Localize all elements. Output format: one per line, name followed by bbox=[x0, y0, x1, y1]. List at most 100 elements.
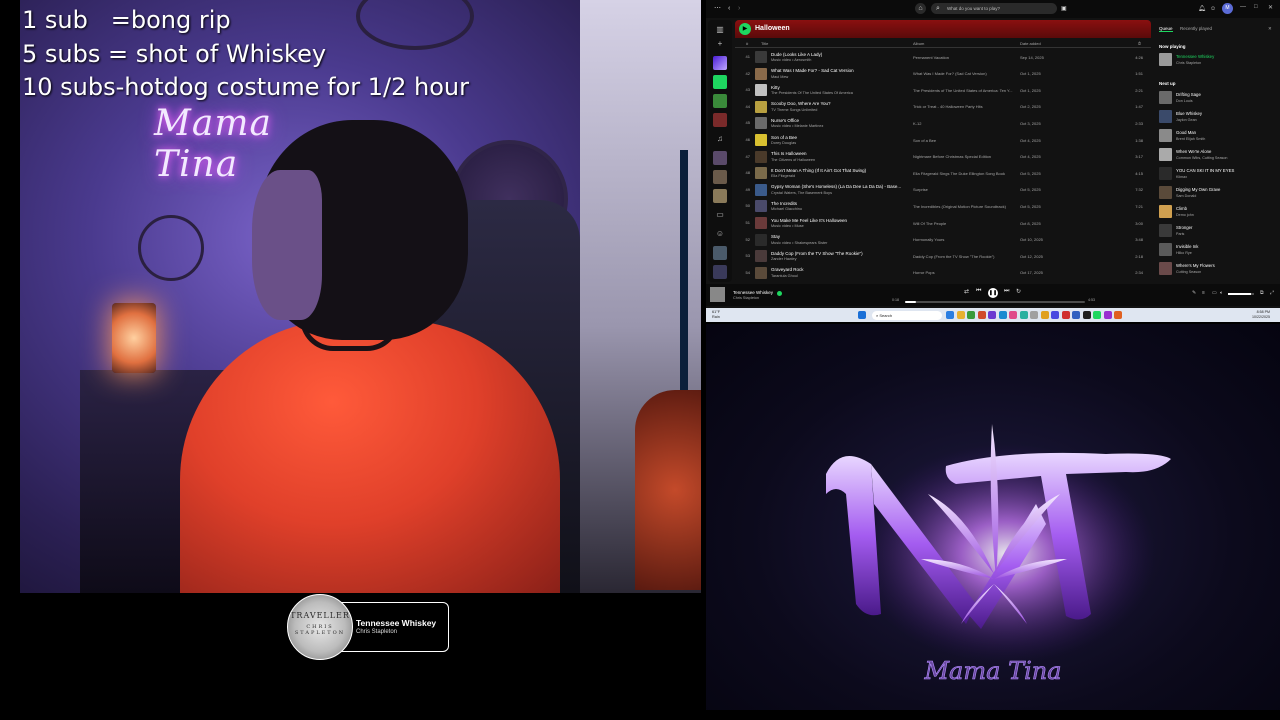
track-row[interactable]: 47 This Is Halloween The Citizens of Hallo… bbox=[735, 149, 1151, 166]
player-title[interactable]: Tennessee Whiskey bbox=[733, 290, 773, 295]
miniplayer-icon[interactable]: ⧉ bbox=[1260, 290, 1264, 296]
repeat-icon[interactable]: ↻ bbox=[1016, 288, 1021, 295]
track-row[interactable]: 45 Nurse's Office Music video • Melanie Ma… bbox=[735, 115, 1151, 132]
playlist-item[interactable] bbox=[713, 75, 727, 89]
playlist-item[interactable] bbox=[713, 113, 727, 127]
playlist-item[interactable] bbox=[713, 151, 727, 165]
progress-bar[interactable] bbox=[905, 300, 1085, 303]
col-num[interactable]: # bbox=[746, 41, 748, 46]
queue-item[interactable]: Climb Demo john bbox=[1159, 203, 1274, 221]
track-row[interactable]: 53 Daddy Cop (From the TV Show "The Rooki… bbox=[735, 248, 1151, 265]
device-icon[interactable]: ▭ bbox=[1212, 290, 1217, 296]
taskbar-app-icon[interactable] bbox=[1093, 311, 1101, 319]
track-duration: 1:47 bbox=[1135, 104, 1143, 110]
start-icon[interactable] bbox=[858, 311, 866, 319]
queue-icon[interactable]: ≡ bbox=[1202, 290, 1205, 296]
track-row[interactable]: 46 Son of a Bee Dorey Douglas Son of a Bee O… bbox=[735, 132, 1151, 149]
taskbar-app-icon[interactable] bbox=[956, 311, 965, 319]
close-queue-icon[interactable]: ✕ bbox=[1268, 26, 1272, 32]
taskbar-app-icon[interactable] bbox=[1040, 311, 1049, 319]
taskbar-app-icon[interactable] bbox=[1082, 311, 1091, 319]
col-album[interactable]: Album bbox=[913, 41, 924, 46]
home-button[interactable]: ⌂ bbox=[915, 3, 926, 14]
volume-slider[interactable] bbox=[1228, 293, 1254, 295]
taskbar-app-icon[interactable] bbox=[988, 311, 996, 319]
saved-check-icon[interactable] bbox=[777, 291, 782, 296]
weather-widget[interactable]: 61°F Rain bbox=[712, 310, 720, 319]
queue-item[interactable]: Stronger Paris bbox=[1159, 222, 1274, 240]
track-row[interactable]: 44 Scooby Doo, Where Are You? TV Theme Son… bbox=[735, 99, 1151, 116]
minimize-icon[interactable]: — bbox=[1240, 4, 1246, 10]
friends-icon[interactable]: ☺ bbox=[1210, 4, 1216, 14]
col-duration[interactable]: ⏱ bbox=[1138, 41, 1141, 46]
track-row[interactable]: 50 The Incredits Michael Giacchino The Incr… bbox=[735, 198, 1151, 215]
taskbar-app-icon[interactable] bbox=[1019, 311, 1028, 319]
lyrics-icon[interactable]: ✎ bbox=[1192, 290, 1196, 296]
search-input[interactable]: What do you want to play? bbox=[947, 6, 1000, 11]
maximize-icon[interactable]: □ bbox=[1254, 4, 1258, 10]
pause-button[interactable]: ❚❚ bbox=[988, 288, 998, 298]
shuffle-icon[interactable]: ⇄ bbox=[964, 288, 969, 295]
track-row[interactable]: 48 It Don't Mean A Thing (If It Ain't Got… bbox=[735, 165, 1151, 182]
track-row[interactable]: 43 Kitty The Presidents Of The United Stat… bbox=[735, 82, 1151, 99]
volume-icon[interactable]: 🔈︎ bbox=[1220, 290, 1223, 296]
queue-item[interactable]: Where's My Flowers Cutting Season bbox=[1159, 260, 1274, 278]
queue-item[interactable]: Blue Whiskey Jaylon Gean bbox=[1159, 108, 1274, 126]
track-row[interactable]: 41 Dude (Looks Like A Lady) Music video • … bbox=[735, 49, 1151, 66]
folder-icon[interactable]: ▭ bbox=[713, 208, 727, 222]
track-row[interactable]: 49 Gypsy Woman (She's Homeless) (La Da De… bbox=[735, 182, 1151, 199]
queue-item[interactable]: Invisible Ink Hilko Rye bbox=[1159, 241, 1274, 259]
taskbar-app-icon[interactable] bbox=[1030, 311, 1038, 319]
bell-icon[interactable]: 🔔︎ bbox=[1198, 4, 1206, 14]
tab-recently-played[interactable]: Recently played bbox=[1180, 26, 1212, 31]
playlist-item[interactable] bbox=[713, 189, 727, 203]
taskbar-app-icon[interactable] bbox=[1061, 311, 1070, 319]
fullscreen-icon[interactable]: ⤢ bbox=[1270, 290, 1274, 296]
play-button[interactable]: ▶ bbox=[739, 23, 751, 35]
back-icon[interactable]: ‹ bbox=[728, 4, 730, 14]
close-icon[interactable]: ✕ bbox=[1268, 4, 1273, 11]
playlist-item[interactable] bbox=[713, 94, 727, 108]
taskbar-app-icon[interactable] bbox=[1103, 311, 1112, 319]
library-icon[interactable]: ▥ bbox=[713, 23, 727, 37]
avatar[interactable]: M bbox=[1222, 3, 1233, 14]
taskbar-app-icon[interactable] bbox=[967, 311, 975, 319]
forward-icon[interactable]: › bbox=[738, 4, 740, 14]
tab-queue[interactable]: Queue bbox=[1159, 26, 1173, 32]
track-row[interactable]: 51 You Make Me Feel Like It's Halloween Mu… bbox=[735, 215, 1151, 232]
taskbar-app-icon[interactable] bbox=[1114, 311, 1122, 319]
clock[interactable]: 8:58 PM 10/22/2025 bbox=[1252, 310, 1270, 319]
queue-item[interactable]: Good Man Brent Elijah Smith bbox=[1159, 127, 1274, 145]
queue-item[interactable]: Drifting Sage Don Louis bbox=[1159, 89, 1274, 107]
previous-icon[interactable]: ⏮ bbox=[976, 288, 981, 295]
browse-icon[interactable]: ▣ bbox=[1061, 4, 1067, 14]
next-icon[interactable]: ⏭ bbox=[1004, 288, 1009, 295]
add-icon[interactable]: + bbox=[713, 37, 727, 51]
user-icon[interactable]: ☺ bbox=[713, 227, 727, 241]
taskbar-app-icon[interactable] bbox=[1009, 311, 1017, 319]
playlist-item[interactable] bbox=[713, 246, 727, 260]
track-row[interactable]: 54 Graveyard Rock Tarantula Ghoul Horror Po… bbox=[735, 265, 1151, 282]
track-row[interactable]: 52 Stay Music video • Shakespears Sister Ho… bbox=[735, 232, 1151, 249]
playlist-item[interactable] bbox=[713, 265, 727, 279]
queue-item[interactable]: YOU CAN SKI IT IN MY EYES Klimax bbox=[1159, 165, 1274, 183]
taskbar-app-icon[interactable] bbox=[1072, 311, 1080, 319]
menu-icon[interactable]: ⋯ bbox=[714, 4, 721, 14]
queue-now-playing[interactable]: Tennessee Whiskey Chris Stapleton bbox=[1159, 51, 1274, 69]
queue-item[interactable]: When We're Alone Common Wibs, Cutting Sea… bbox=[1159, 146, 1274, 164]
player-artist[interactable]: Chris Stapleton bbox=[733, 296, 759, 300]
taskbar-app-icon[interactable] bbox=[998, 311, 1007, 319]
taskbar-app-icon[interactable] bbox=[946, 311, 954, 319]
col-date[interactable]: Date added bbox=[1020, 41, 1041, 46]
search-bar[interactable]: ⌕ What do you want to play? bbox=[931, 3, 1057, 14]
col-title[interactable]: Title bbox=[761, 41, 768, 46]
queue-item[interactable]: Digging My Own Grave Sam Donald bbox=[1159, 184, 1274, 202]
track-row[interactable]: 42 What Was I Made For? - Sad Cat Version… bbox=[735, 66, 1151, 83]
taskbar-app-icon[interactable] bbox=[1051, 311, 1059, 319]
playlist-item[interactable] bbox=[713, 170, 727, 184]
track-date-added: Oct 1, 2025 bbox=[1020, 71, 1041, 77]
taskbar-app-icon[interactable] bbox=[977, 311, 986, 319]
taskbar-search[interactable]: ⌕ Search bbox=[872, 310, 942, 320]
liked-songs-item[interactable] bbox=[713, 56, 727, 70]
music-note-icon[interactable]: ♫ bbox=[713, 132, 727, 146]
